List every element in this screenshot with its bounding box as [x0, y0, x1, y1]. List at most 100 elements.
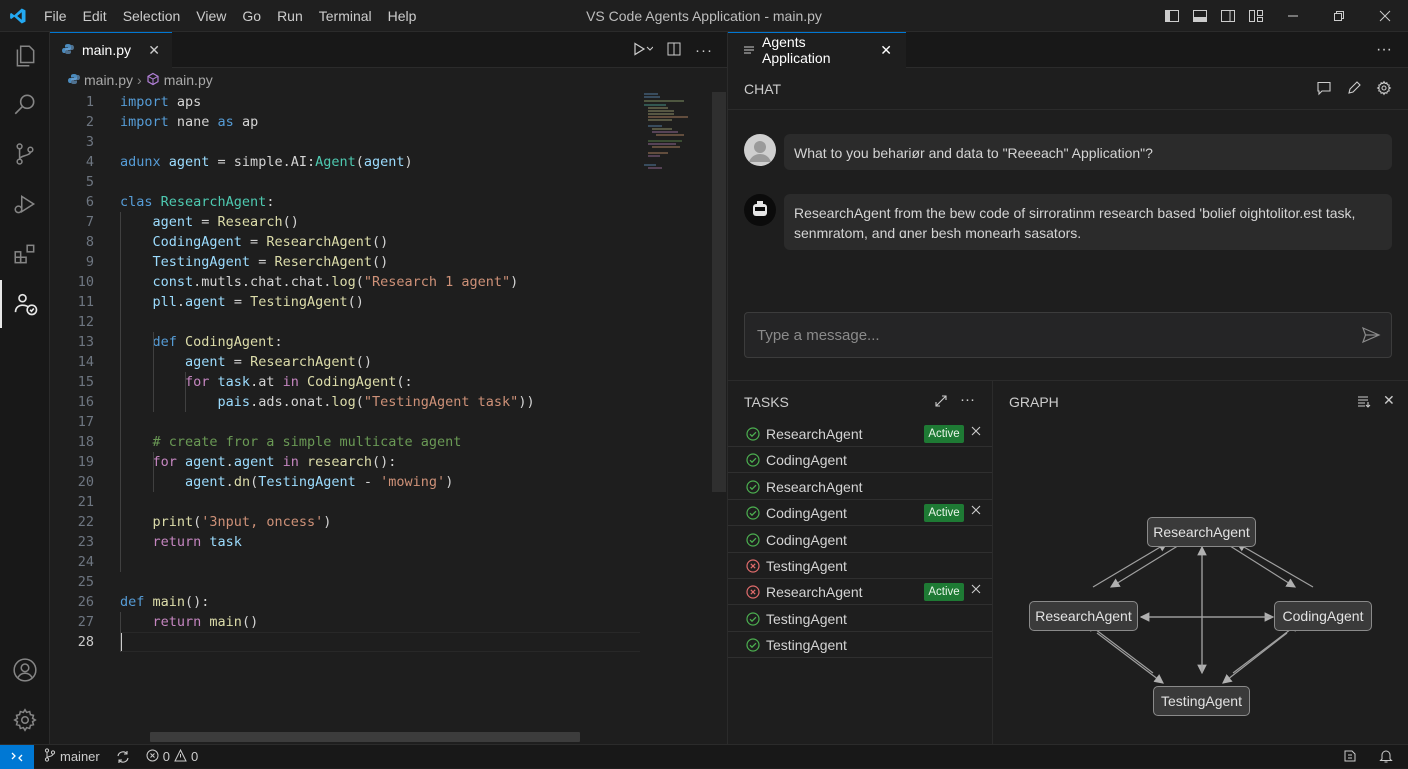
close-tab-icon[interactable]: ✕ — [880, 42, 892, 59]
code-line[interactable]: 21 — [50, 492, 640, 512]
sync-icon[interactable] — [116, 750, 130, 764]
graph-node-research-top[interactable]: ResearchAgent — [1147, 517, 1256, 547]
code-line[interactable]: 16 pais.ads.onat.log("TestingAgent task"… — [50, 392, 640, 412]
more-actions-icon[interactable]: ··· — [960, 391, 975, 408]
vertical-scrollbar[interactable] — [712, 92, 726, 732]
graph-node-testing[interactable]: TestingAgent — [1153, 686, 1250, 716]
code-line[interactable]: 2 import nane as ap — [50, 112, 640, 132]
code-line[interactable]: 24 — [50, 552, 640, 572]
task-row[interactable]: CodingAgent Active — [728, 500, 992, 527]
code-line[interactable]: 22 print('3nput, oncess') — [50, 512, 640, 532]
code-line[interactable]: 28 — [50, 632, 640, 652]
dismiss-task-icon[interactable] — [970, 425, 982, 440]
edit-pencil-icon[interactable] — [1346, 80, 1362, 99]
code-line[interactable]: 5 — [50, 172, 640, 192]
expand-icon[interactable] — [934, 394, 948, 411]
menu-go[interactable]: Go — [234, 0, 269, 32]
settings-gear-icon[interactable] — [0, 696, 50, 744]
menu-view[interactable]: View — [188, 0, 234, 32]
chat-settings-icon[interactable] — [1376, 80, 1392, 99]
run-file-icon[interactable] — [633, 41, 654, 59]
close-window-icon[interactable] — [1362, 0, 1408, 32]
horizontal-scrollbar[interactable] — [150, 732, 580, 742]
code-line[interactable]: 9 TestingAgent = ReserchAgent() — [50, 252, 640, 272]
menu-terminal[interactable]: Terminal — [311, 0, 380, 32]
code-line[interactable]: 19 for agent.agent in research(): — [50, 452, 640, 472]
menu-run[interactable]: Run — [269, 0, 311, 32]
code-line[interactable]: 23 return task — [50, 532, 640, 552]
remote-icon[interactable] — [0, 744, 34, 769]
line-number: 25 — [77, 574, 94, 590]
agents-icon[interactable] — [0, 280, 50, 328]
menu-edit[interactable]: Edit — [75, 0, 115, 32]
code-line[interactable]: 3 — [50, 132, 640, 152]
tasks-header: TASKS ··· — [728, 381, 992, 421]
code-line[interactable]: 10 const.mutls.chat.chat.log("Research 1… — [50, 272, 640, 292]
menu-file[interactable]: File — [36, 0, 75, 32]
problems-status[interactable]: 0 0 — [146, 748, 198, 765]
more-actions-icon[interactable]: ··· — [1376, 32, 1392, 68]
toggle-sidebar-icon[interactable] — [1158, 0, 1186, 32]
toggle-panel-icon[interactable] — [1186, 0, 1214, 32]
code-line[interactable]: 20 agent.dn(TestingAgent - 'mowing') — [50, 472, 640, 492]
task-row[interactable]: TestingAgent — [728, 553, 992, 579]
tab-agents-application[interactable]: Agents Application ✕ — [728, 31, 906, 68]
code-line[interactable]: 6 clas ResearchAgent: — [50, 192, 640, 212]
line-number: 16 — [77, 394, 94, 410]
code-line[interactable]: 14 agent = ResearchAgent() — [50, 352, 640, 372]
restore-icon[interactable] — [1316, 0, 1362, 32]
explorer-icon[interactable] — [0, 32, 50, 80]
account-icon[interactable] — [0, 646, 50, 694]
minimap[interactable] — [638, 92, 712, 212]
task-row[interactable]: ResearchAgent — [728, 474, 992, 500]
scrollbar-thumb[interactable] — [712, 92, 726, 492]
line-content: const.mutls.chat.chat.log("Research 1 ag… — [120, 272, 519, 292]
breadcrumb-file[interactable]: main.py — [84, 72, 133, 88]
code-line[interactable]: 17 — [50, 412, 640, 432]
code-line[interactable]: 25 — [50, 572, 640, 592]
graph-node-research-left[interactable]: ResearchAgent — [1029, 601, 1138, 631]
code-line[interactable]: 11 pll.agent = TestingAgent() — [50, 292, 640, 312]
run-debug-icon[interactable] — [0, 180, 50, 228]
code-line[interactable]: 18 # create fror a simple multicate agen… — [50, 432, 640, 452]
minimize-icon[interactable] — [1270, 0, 1316, 32]
breadcrumb-symbol[interactable]: main.py — [164, 72, 213, 88]
code-line[interactable]: 8 CodingAgent = ResearchAgent() — [50, 232, 640, 252]
send-icon[interactable] — [1361, 325, 1381, 348]
customize-layout-icon[interactable] — [1242, 0, 1270, 32]
code-line[interactable]: 13 def CodingAgent: — [50, 332, 640, 352]
task-row[interactable]: TestingAgent — [728, 606, 992, 632]
code-line[interactable]: 12 — [50, 312, 640, 332]
dismiss-task-icon[interactable] — [970, 504, 982, 519]
notifications-bell-icon[interactable] — [1378, 748, 1394, 767]
new-chat-icon[interactable] — [1316, 80, 1332, 99]
task-row[interactable]: CodingAgent — [728, 527, 992, 553]
task-row[interactable]: CodingAgent — [728, 447, 992, 474]
toggle-secondary-sidebar-icon[interactable] — [1214, 0, 1242, 32]
source-control-icon[interactable] — [0, 130, 50, 178]
split-editor-icon[interactable] — [667, 42, 681, 59]
code-line[interactable]: 7 agent = Research() — [50, 212, 640, 232]
code-editor[interactable]: 1 import aps 2 import nane as ap 3 4 adunx age… — [50, 92, 640, 692]
code-line[interactable]: 26 def main(): — [50, 592, 640, 612]
code-line[interactable]: 4 adunx agent = simple.AI:Agent(agent) — [50, 152, 640, 172]
search-icon[interactable] — [0, 80, 50, 128]
feedback-icon[interactable] — [1342, 748, 1358, 767]
extensions-icon[interactable] — [0, 230, 50, 278]
code-line[interactable]: 27 return main() — [50, 612, 640, 632]
code-line[interactable]: 15 for task.at in CodingAgent(: — [50, 372, 640, 392]
chat-message-input[interactable] — [745, 313, 1345, 357]
graph-node-coding[interactable]: CodingAgent — [1274, 601, 1372, 631]
branch-status[interactable]: mainer — [44, 748, 100, 765]
tab-main-py[interactable]: main.py ✕ — [50, 31, 172, 68]
menu-selection[interactable]: Selection — [115, 0, 189, 32]
task-row[interactable]: ResearchAgent Active — [728, 579, 992, 606]
close-tab-icon[interactable]: ✕ — [148, 42, 160, 59]
task-row[interactable]: TestingAgent — [728, 632, 992, 659]
dismiss-task-icon[interactable] — [970, 583, 982, 598]
task-row[interactable]: ResearchAgent Active — [728, 421, 992, 447]
menu-help[interactable]: Help — [380, 0, 425, 32]
more-actions-icon[interactable]: ··· — [695, 42, 713, 59]
code-line[interactable]: 1 import aps — [50, 92, 640, 112]
